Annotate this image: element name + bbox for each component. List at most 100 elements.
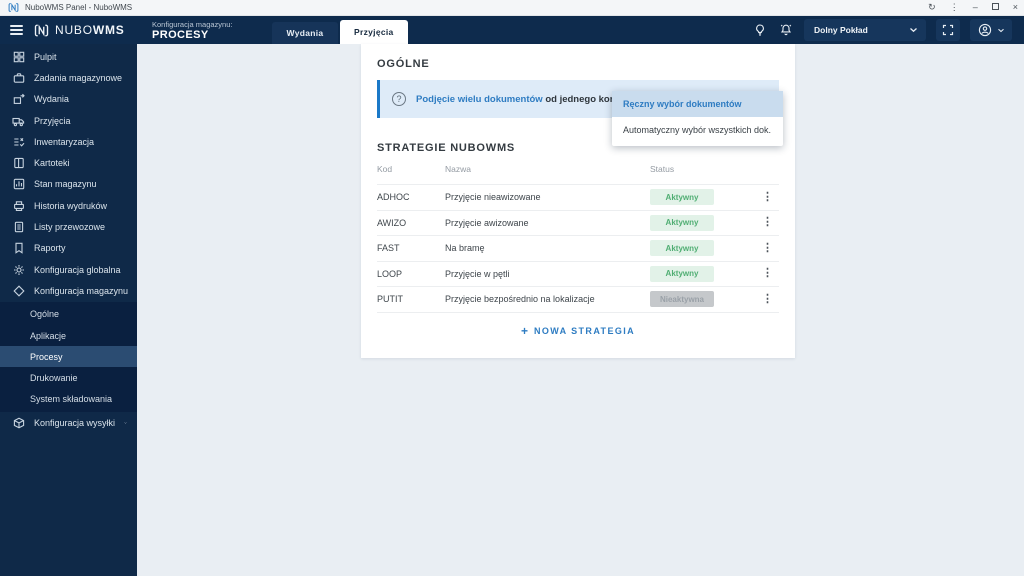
close-button[interactable]: × [1013,3,1018,12]
workspace-select[interactable]: Dolny Pokład [804,19,926,41]
workspace-select-value: Dolny Pokład [814,25,868,35]
printer-icon [12,199,25,212]
sidebar-item-historia-wydrukow[interactable]: Historia wydruków [0,195,137,216]
notifications-bell-icon[interactable] [778,22,794,38]
banner-setting-link[interactable]: Podjęcie wielu dokumentów [416,94,543,105]
table-row: FAST Na bramę Aktywny ⋮ [377,235,779,261]
tab-wydania[interactable]: Wydania [272,22,338,44]
status-badge: Aktywny [650,265,714,282]
sidebar-item-kartoteki[interactable]: Kartoteki [0,152,137,173]
app-logo-icon [8,2,19,13]
diamond-icon [12,284,25,297]
app-header: NUBOWMS Konfiguracja magazynu: PROCESY W… [0,16,1024,44]
context-value: PROCESY [152,28,209,41]
account-menu-button[interactable] [970,19,1012,41]
status-badge: Aktywny [650,189,714,206]
sidebar-item-przyjecia[interactable]: Przyjęcia [0,110,137,131]
table-row: PUTIT Przyjęcie bezpośrednio na lokaliza… [377,286,779,312]
sidebar-subitem-drukowanie[interactable]: Drukowanie [0,367,137,388]
cell-kod: FAST [377,243,400,254]
warehouse-context: Konfiguracja magazynu: PROCESY [152,20,264,41]
sidebar-item-stan-magazynu[interactable]: Stan magazynu [0,174,137,195]
status-badge: Aktywny [650,214,714,231]
cell-nazwa: Na bramę [445,243,485,254]
brand-logo-icon [34,23,49,37]
outbound-box-icon [12,93,25,106]
sidebar-item-raporty[interactable]: Raporty [0,238,137,259]
browser-menu-icon[interactable]: ⋮ [950,3,959,12]
sidebar-submenu-konfiguracja-magazynu: Ogólne Aplikacje Procesy Drukowanie Syst… [0,301,137,413]
sidebar-subitem-system-skladowania[interactable]: System składowania [0,389,137,410]
main-content: OGÓLNE ? Podjęcie wielu dokumentów od je… [137,44,1024,576]
window-titlebar: NuboWMS Panel - NuboWMS ↻ ⋮ – × [0,0,1024,16]
theme-bulb-icon[interactable] [752,22,768,38]
status-badge: Nieaktywna [650,291,714,308]
sidebar-item-konfiguracja-wysylki[interactable]: Konfiguracja wysyłki [0,412,137,433]
table-row: LOOP Przyjęcie w pętli Aktywny ⋮ [377,260,779,287]
chevron-down-icon [910,28,917,33]
row-actions-kebab-icon[interactable]: ⋮ [760,268,779,279]
plus-icon: + [520,324,528,338]
sidebar-subitem-aplikacje[interactable]: Aplikacje [0,325,137,346]
document-selection-dropdown: Ręczny wybór dokumentów Automatyczny wyb… [612,91,783,146]
maximize-button[interactable] [991,3,999,12]
app-window: NuboWMS Panel - NuboWMS ↻ ⋮ – × NUBOWMS … [0,0,1024,576]
cell-kod: AWIZO [377,217,407,228]
table-row: AWIZO Przyjęcie awizowane Aktywny ⋮ [377,209,779,236]
user-avatar-icon [978,23,991,37]
sidebar-item-inwentaryzacja[interactable]: Inwentaryzacja [0,131,137,152]
cell-nazwa: Przyjęcie nieawizowane [445,192,541,203]
report-icon [12,242,25,255]
document-icon [12,221,25,234]
package-icon [12,416,25,429]
sidebar-subitem-procesy[interactable]: Procesy [0,346,137,368]
sidebar-item-wydania[interactable]: Wydania [0,89,137,110]
status-badge: Aktywny [650,240,714,257]
briefcase-icon [12,71,25,84]
sidebar-item-pulpit[interactable]: Pulpit [0,46,137,67]
sidebar-item-konfiguracja-globalna[interactable]: Konfiguracja globalna [0,259,137,280]
row-actions-kebab-icon[interactable]: ⋮ [760,293,779,305]
column-header-status: Status [650,164,675,174]
tab-przyjecia[interactable]: Przyjęcia [340,20,408,44]
sidebar-subitem-ogolne[interactable]: Ogólne [0,304,137,325]
sidebar-item-konfiguracja-magazynu[interactable]: Konfiguracja magazynu [0,280,137,301]
minimize-button[interactable]: – [973,3,978,12]
refresh-icon[interactable]: ↻ [928,3,936,12]
sidebar-nav: Pulpit Zadania magazynowe Wydania Przyję… [0,44,137,576]
dropdown-option-automatyczny[interactable]: Automatyczny wybór wszystkich dok. [612,117,783,143]
fullscreen-icon [942,24,954,36]
sidebar-item-listy-przewozowe[interactable]: Listy przewozowe [0,216,137,237]
column-header-nazwa: Nazwa [445,164,471,174]
process-tabs: Wydania Przyjęcia [272,16,410,44]
new-strategy-button[interactable]: + NOWA STRATEGIA [377,311,779,350]
bar-chart-icon [12,178,25,191]
row-actions-kebab-icon[interactable]: ⋮ [760,217,779,228]
hamburger-menu-icon[interactable] [0,25,30,35]
question-circle-icon: ? [392,92,406,106]
row-actions-kebab-icon[interactable]: ⋮ [760,191,779,203]
window-title: NuboWMS Panel - NuboWMS [25,3,133,12]
header-actions: Dolny Pokład [752,19,1024,41]
gear-icon [12,263,25,276]
brand-name: NUBOWMS [55,23,125,37]
book-icon [12,157,25,170]
brand-logo: NUBOWMS [34,23,134,38]
checklist-icon [12,135,25,148]
dropdown-option-reczny[interactable]: Ręczny wybór dokumentów [612,91,783,117]
cell-kod: LOOP [377,268,403,279]
cell-kod: ADHOC [377,192,410,203]
row-actions-kebab-icon[interactable]: ⋮ [760,242,779,254]
cell-kod: PUTIT [377,294,403,305]
column-header-kod: Kod [377,164,393,174]
chevron-down-icon [997,28,1004,32]
fullscreen-button[interactable] [936,19,960,41]
table-row: ADHOC Przyjęcie nieawizowane Aktywny ⋮ [377,184,779,210]
truck-icon [12,114,25,127]
maximize-icon [991,3,999,10]
sidebar-item-zadania-magazynowe[interactable]: Zadania magazynowe [0,67,137,88]
table-header: Kod Nazwa Status [377,154,779,184]
dashboard-icon [12,50,25,63]
chevron-down-icon [124,422,127,424]
context-label: Konfiguracja magazynu: [152,19,233,29]
